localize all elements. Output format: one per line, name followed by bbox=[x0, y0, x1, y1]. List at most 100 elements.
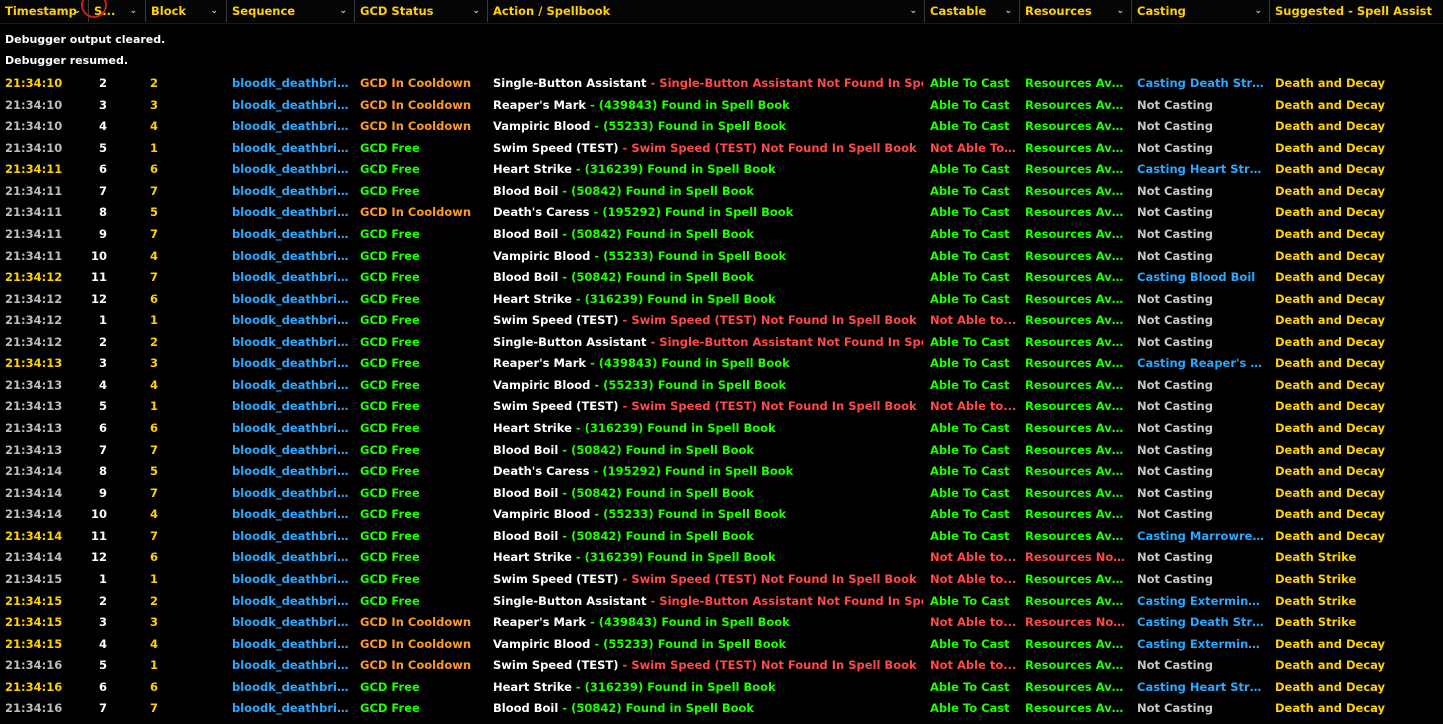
castable-cell: Able To Cast bbox=[930, 636, 1010, 651]
column-header-suggested[interactable]: Suggested - Spell Assist bbox=[1269, 0, 1443, 22]
table-row[interactable]: 21:34:1344bloodk_deathbring...GCD FreeVa… bbox=[0, 375, 1443, 397]
table-row[interactable]: 21:34:14117bloodk_deathbring...GCD FreeB… bbox=[0, 526, 1443, 548]
step-cell: 6 bbox=[98, 162, 107, 177]
separator-dash: - bbox=[618, 658, 632, 673]
column-header-action[interactable]: Action / Spellbook ⌄ bbox=[487, 0, 924, 22]
action-cell: Heart Strike - (316239) Found in Spell B… bbox=[493, 159, 923, 181]
sequence-cell: bloodk_deathbring... bbox=[232, 76, 350, 90]
chevron-down-icon[interactable]: ⌄ bbox=[210, 0, 218, 22]
suggested-spell-cell: Death and Decay bbox=[1275, 270, 1386, 285]
step-cell: 2 bbox=[98, 76, 107, 90]
spellbook-status: Found in Spell Book bbox=[664, 464, 794, 479]
column-header-label: Block bbox=[151, 4, 187, 18]
spell-id: (55233) bbox=[603, 248, 654, 263]
suggested-spell-cell: Death and Decay bbox=[1275, 507, 1386, 522]
table-row[interactable]: 21:34:12126bloodk_deathbring...GCD FreeH… bbox=[0, 289, 1443, 311]
casting-cell: Not Casting bbox=[1137, 140, 1213, 155]
sequence-cell: bloodk_deathbring... bbox=[232, 183, 350, 198]
table-row[interactable]: 21:34:1044bloodk_deathbring...GCD In Coo… bbox=[0, 116, 1443, 138]
table-row[interactable]: 21:34:1544bloodk_deathbring...GCD In Coo… bbox=[0, 634, 1443, 656]
spell-id: (195292) bbox=[602, 205, 661, 220]
table-row[interactable]: 21:34:1677bloodk_deathbring...GCD FreeBl… bbox=[0, 698, 1443, 720]
table-row[interactable]: 21:34:1366bloodk_deathbring...GCD FreeHe… bbox=[0, 418, 1443, 440]
spell-id: (50842) bbox=[571, 226, 622, 241]
column-header-timestamp[interactable]: Timestamp ⌄ bbox=[0, 0, 88, 22]
spellbook-status: Swim Speed (TEST) Not Found In Spell Boo… bbox=[631, 571, 917, 586]
table-row[interactable]: 21:34:12117bloodk_deathbring...GCD FreeB… bbox=[0, 267, 1443, 289]
action-cell: Blood Boil - (50842) Found in Spell Book bbox=[493, 224, 923, 246]
block-cell: 7 bbox=[150, 528, 159, 543]
casting-cell: Casting Reaper's Ma... bbox=[1137, 356, 1265, 371]
table-row[interactable]: 21:34:1351bloodk_deathbring...GCD FreeSw… bbox=[0, 396, 1443, 418]
spellbook-status: Found in Spell Book bbox=[647, 162, 776, 177]
table-row[interactable]: 21:34:1197bloodk_deathbring...GCD FreeBl… bbox=[0, 224, 1443, 246]
gcd-status-cell: GCD Free bbox=[360, 399, 420, 414]
table-row[interactable]: 21:34:11104bloodk_deathbring...GCD FreeV… bbox=[0, 246, 1443, 268]
table-row[interactable]: 21:34:14104bloodk_deathbring...GCD FreeV… bbox=[0, 504, 1443, 526]
spellbook-status: Found in Spell Book bbox=[657, 377, 787, 392]
table-row[interactable]: 21:34:1377bloodk_deathbring...GCD FreeBl… bbox=[0, 440, 1443, 462]
column-header-sequence[interactable]: Sequence ⌄ bbox=[226, 0, 354, 22]
table-row[interactable]: 21:34:1211bloodk_deathbring...GCD FreeSw… bbox=[0, 310, 1443, 332]
separator-dash: - bbox=[571, 550, 585, 565]
column-header-resources[interactable]: Resources ⌄ bbox=[1019, 0, 1131, 22]
suggested-spell-cell: Death and Decay bbox=[1275, 701, 1386, 716]
casting-cell: Not Casting bbox=[1137, 421, 1213, 435]
action-cell: Blood Boil - (50842) Found in Spell Book bbox=[493, 698, 923, 720]
table-row[interactable]: 21:34:1485bloodk_deathbring...GCD FreeDe… bbox=[0, 461, 1443, 483]
table-row[interactable]: 21:34:1185bloodk_deathbring...GCD In Coo… bbox=[0, 202, 1443, 224]
separator-dash: - bbox=[571, 291, 585, 306]
table-row[interactable]: 21:34:1511bloodk_deathbring...GCD FreeSw… bbox=[0, 569, 1443, 591]
table-row[interactable]: 21:34:1166bloodk_deathbring...GCD FreeHe… bbox=[0, 159, 1443, 181]
casting-cell: Casting Heart Strike bbox=[1137, 679, 1265, 694]
castable-cell: Able To Cast bbox=[930, 119, 1010, 134]
suggested-spell-cell: Death and Decay bbox=[1275, 679, 1386, 694]
chevron-down-icon[interactable]: ⌄ bbox=[909, 0, 917, 22]
chevron-down-icon[interactable]: ⌄ bbox=[1116, 0, 1124, 22]
chevron-down-icon[interactable]: ⌄ bbox=[73, 0, 81, 22]
step-cell: 2 bbox=[98, 334, 107, 349]
column-header-gcd-status[interactable]: GCD Status ⌄ bbox=[354, 0, 487, 22]
chevron-down-icon[interactable]: ⌄ bbox=[472, 0, 480, 22]
chevron-down-icon[interactable]: ⌄ bbox=[1254, 0, 1262, 22]
spell-id: (55233) bbox=[603, 507, 654, 522]
table-row[interactable]: 21:34:1497bloodk_deathbring...GCD FreeBl… bbox=[0, 483, 1443, 505]
chevron-down-icon[interactable]: ⌄ bbox=[339, 0, 347, 22]
chevron-down-icon[interactable]: ⌄ bbox=[1004, 0, 1012, 22]
table-row[interactable]: 21:34:14126bloodk_deathbring...GCD FreeH… bbox=[0, 547, 1443, 569]
castable-cell: Not Able to... bbox=[930, 658, 1017, 673]
table-row[interactable]: 21:34:1651bloodk_deathbring...GCD In Coo… bbox=[0, 655, 1443, 677]
chevron-down-icon[interactable]: ⌄ bbox=[129, 0, 137, 22]
suggested-spell-cell: Death and Decay bbox=[1275, 76, 1386, 90]
suggested-spell-cell: Death and Decay bbox=[1275, 183, 1386, 198]
spell-id: (439843) bbox=[598, 356, 658, 371]
table-row[interactable]: 21:34:1533bloodk_deathbring...GCD In Coo… bbox=[0, 612, 1443, 634]
gcd-status-cell: GCD In Cooldown bbox=[360, 658, 472, 673]
spell-id: (439843) bbox=[598, 615, 658, 630]
column-header-label: Suggested - Spell Assist bbox=[1275, 4, 1432, 18]
spellbook-status: Found in Spell Book bbox=[657, 507, 787, 522]
table-row[interactable]: 21:34:1522bloodk_deathbring...GCD FreeSi… bbox=[0, 591, 1443, 613]
table-row[interactable]: 21:34:1022bloodk_deathbring...GCD In Coo… bbox=[0, 73, 1443, 95]
separator-dash: - bbox=[558, 226, 572, 241]
column-header-block[interactable]: Block ⌄ bbox=[145, 0, 225, 22]
table-row[interactable]: 21:34:1666bloodk_deathbring...GCD FreeHe… bbox=[0, 677, 1443, 699]
table-row[interactable]: 21:34:1222bloodk_deathbring...GCD FreeSi… bbox=[0, 332, 1443, 354]
table-row[interactable]: 21:34:1051bloodk_deathbring...GCD FreeSw… bbox=[0, 138, 1443, 160]
action-cell: Blood Boil - (50842) Found in Spell Book bbox=[493, 181, 923, 203]
resources-cell: Resources Avai... bbox=[1025, 248, 1125, 263]
column-header-casting[interactable]: Casting ⌄ bbox=[1131, 0, 1269, 22]
spell-name: Single-Button Assistant bbox=[493, 76, 647, 90]
casting-cell: Not Casting bbox=[1137, 507, 1213, 522]
spellbook-status: Single-Button Assistant Not Found In Spe… bbox=[659, 76, 923, 90]
separator-dash: - bbox=[586, 356, 599, 371]
table-row[interactable]: 21:34:1033bloodk_deathbring...GCD In Coo… bbox=[0, 95, 1443, 117]
action-cell: Swim Speed (TEST) - Swim Speed (TEST) No… bbox=[493, 310, 923, 332]
table-row[interactable]: 21:34:1177bloodk_deathbring...GCD FreeBl… bbox=[0, 181, 1443, 203]
column-header-step[interactable]: S... ⌄ bbox=[88, 0, 144, 22]
sequence-cell: bloodk_deathbring... bbox=[232, 507, 350, 522]
debug-log-table: 21:34:1022bloodk_deathbring...GCD In Coo… bbox=[0, 73, 1443, 720]
table-row[interactable]: 21:34:1333bloodk_deathbring...GCD FreeRe… bbox=[0, 353, 1443, 375]
suggested-spell-cell: Death and Decay bbox=[1275, 334, 1386, 349]
column-header-castable[interactable]: Castable ⌄ bbox=[924, 0, 1019, 22]
